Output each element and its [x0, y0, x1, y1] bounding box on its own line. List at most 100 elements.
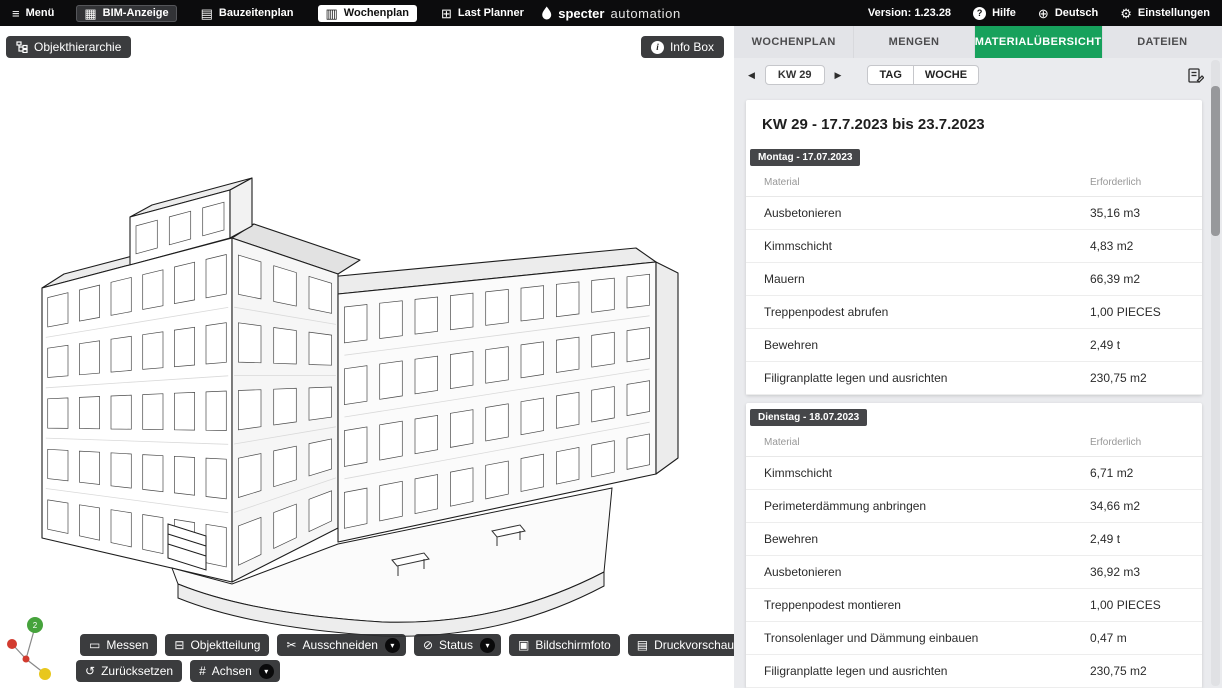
- info-icon: i: [651, 41, 664, 54]
- day-card: Dienstag - 18.07.2023 Material Erforderl…: [746, 403, 1202, 688]
- bim-icon: ▦: [84, 7, 96, 20]
- column-header-required: Erforderlich: [1090, 437, 1182, 448]
- tool-zur-cksetzen[interactable]: ↺ Zurücksetzen: [76, 660, 182, 682]
- nav-wochenplan[interactable]: ▥ Wochenplan: [318, 5, 418, 22]
- nav-bauzeitenplan[interactable]: ▤ Bauzeitenplan: [193, 5, 302, 22]
- help-button[interactable]: ? Hilfe: [973, 7, 1016, 20]
- settings-button[interactable]: ⚙ Einstellungen: [1120, 7, 1210, 20]
- week-selector[interactable]: KW 29: [765, 65, 825, 85]
- tool-label: Status: [439, 638, 473, 652]
- column-header-material: Material: [764, 437, 1090, 448]
- menu-button[interactable]: ≡ Menü: [12, 7, 54, 20]
- table-rows: Kimmschicht 6,71 m2 Perimeterdämmung anb…: [746, 457, 1202, 688]
- material-name: Filigranplatte legen und ausrichten: [764, 664, 1090, 678]
- menu-label: Menü: [26, 7, 55, 19]
- material-required: 66,39 m2: [1090, 272, 1182, 286]
- view-toggle: TAG WOCHE: [867, 65, 979, 85]
- nav-label: Last Planner: [458, 7, 524, 19]
- panel-tabs: WOCHENPLAN MENGEN MATERIALÜBERSICHT DATE…: [734, 26, 1222, 58]
- edit-note-icon: [1187, 67, 1204, 84]
- tool-messen[interactable]: ▭ Messen: [80, 634, 157, 656]
- tab-label: MENGEN: [889, 36, 940, 48]
- tab-wochenplan[interactable]: WOCHENPLAN: [734, 26, 854, 58]
- material-name: Kimmschicht: [764, 239, 1090, 253]
- material-name: Bewehren: [764, 338, 1090, 352]
- day-section: Montag - 17.07.2023 Material Erforderlic…: [746, 143, 1202, 395]
- toggle-tag[interactable]: TAG: [867, 65, 913, 85]
- tab-dateien[interactable]: DATEIEN: [1103, 26, 1222, 58]
- tab-material-bersicht[interactable]: MATERIALÜBERSICHT: [975, 26, 1103, 58]
- material-row[interactable]: Kimmschicht 4,83 m2: [746, 230, 1202, 263]
- column-header-material: Material: [764, 177, 1090, 188]
- hierarchy-icon: [16, 41, 28, 53]
- material-row[interactable]: Filigranplatte legen und ausrichten 230,…: [746, 655, 1202, 688]
- material-name: Filigranplatte legen und ausrichten: [764, 371, 1090, 385]
- tab-label: WOCHENPLAN: [752, 36, 836, 48]
- main-area: Objekthierarchie i Info Box 2 ▭ Messen ⊟…: [0, 26, 1222, 688]
- material-row[interactable]: Filigranplatte legen und ausrichten 230,…: [746, 362, 1202, 395]
- axis-gizmo[interactable]: 2: [4, 614, 58, 682]
- brand: specter automation: [541, 0, 681, 26]
- 3d-viewport[interactable]: Objekthierarchie i Info Box 2 ▭ Messen ⊟…: [0, 26, 734, 688]
- edit-note-button[interactable]: [1187, 67, 1204, 84]
- axis-gizmo-label: 2: [33, 621, 38, 630]
- side-panel: WOCHENPLAN MENGEN MATERIALÜBERSICHT DATE…: [734, 26, 1222, 688]
- prev-week-button[interactable]: ◀: [744, 68, 759, 83]
- viewport-toolbar-row2: ↺ Zurücksetzen # Achsen ▾: [76, 660, 280, 682]
- material-row[interactable]: Bewehren 2,49 t: [746, 523, 1202, 556]
- toggle-woche[interactable]: WOCHE: [914, 65, 979, 85]
- app: ≡ Menü ▦ BIM-Anzeige ▤ Bauzeitenplan ▥ W…: [0, 0, 1222, 688]
- material-name: Tronsolenlager und Dämmung einbauen: [764, 631, 1090, 645]
- help-icon: ?: [973, 7, 986, 20]
- language-button[interactable]: ⊕ Deutsch: [1038, 7, 1098, 20]
- nav-label: Bauzeitenplan: [219, 7, 294, 19]
- material-row[interactable]: Mauern 66,39 m2: [746, 263, 1202, 296]
- info-box-button[interactable]: i Info Box: [641, 36, 724, 58]
- brand-name: specter: [558, 6, 604, 21]
- material-name: Perimeterdämmung anbringen: [764, 499, 1090, 513]
- tool-label: Druckvorschau: [654, 638, 734, 652]
- print-icon: ▤: [637, 638, 648, 652]
- nav-bim-anzeige[interactable]: ▦ BIM-Anzeige: [76, 5, 176, 22]
- brand-suffix: automation: [610, 6, 680, 21]
- material-row[interactable]: Treppenpodest abrufen 1,00 PIECES: [746, 296, 1202, 329]
- topbar-nav: ▦ BIM-Anzeige ▤ Bauzeitenplan ▥ Wochenpl…: [76, 5, 532, 22]
- material-row[interactable]: Tronsolenlager und Dämmung einbauen 0,47…: [746, 622, 1202, 655]
- tab-mengen[interactable]: MENGEN: [854, 26, 974, 58]
- tool-druckvorschau[interactable]: ▤ Druckvorschau ▾: [628, 634, 734, 656]
- column-header-required: Erforderlich: [1090, 177, 1182, 188]
- material-name: Mauern: [764, 272, 1090, 286]
- nav-last-planner[interactable]: ⊞ Last Planner: [433, 5, 532, 22]
- tool-objektteilung[interactable]: ⊟ Objektteilung: [165, 634, 269, 656]
- material-row[interactable]: Treppenpodest montieren 1,00 PIECES: [746, 589, 1202, 622]
- menu-icon: ≡: [12, 7, 20, 20]
- brand-logo-icon: [541, 6, 552, 21]
- camera-icon: ▣: [518, 638, 529, 652]
- scrollbar-track[interactable]: [1211, 60, 1220, 686]
- dropdown-icon[interactable]: ▾: [259, 664, 274, 679]
- table-header: Material Erforderlich: [746, 168, 1202, 197]
- dropdown-icon[interactable]: ▾: [385, 638, 400, 653]
- tool-achsen[interactable]: # Achsen ▾: [190, 660, 280, 682]
- grid-icon: ⊞: [441, 7, 452, 20]
- next-week-button[interactable]: ▶: [831, 68, 846, 83]
- material-row[interactable]: Ausbetonieren 35,16 m3: [746, 197, 1202, 230]
- material-name: Kimmschicht: [764, 466, 1090, 480]
- tool-ausschneiden[interactable]: ✂ Ausschneiden ▾: [277, 634, 405, 656]
- object-hierarchy-button[interactable]: Objekthierarchie: [6, 36, 131, 58]
- material-row[interactable]: Kimmschicht 6,71 m2: [746, 457, 1202, 490]
- material-row[interactable]: Bewehren 2,49 t: [746, 329, 1202, 362]
- material-required: 230,75 m2: [1090, 371, 1182, 385]
- language-label: Deutsch: [1055, 7, 1098, 19]
- calendar-icon: ▥: [326, 7, 338, 20]
- building-model: [0, 26, 734, 688]
- tab-label: DATEIEN: [1137, 36, 1187, 48]
- measure-icon: ▭: [89, 638, 100, 652]
- material-row[interactable]: Ausbetonieren 36,92 m3: [746, 556, 1202, 589]
- material-required: 34,66 m2: [1090, 499, 1182, 513]
- material-row[interactable]: Perimeterdämmung anbringen 34,66 m2: [746, 490, 1202, 523]
- scrollbar-thumb[interactable]: [1211, 86, 1220, 236]
- dropdown-icon[interactable]: ▾: [480, 638, 495, 653]
- tool-bildschirmfoto[interactable]: ▣ Bildschirmfoto: [509, 634, 620, 656]
- tool-status[interactable]: ⊘ Status ▾: [414, 634, 501, 656]
